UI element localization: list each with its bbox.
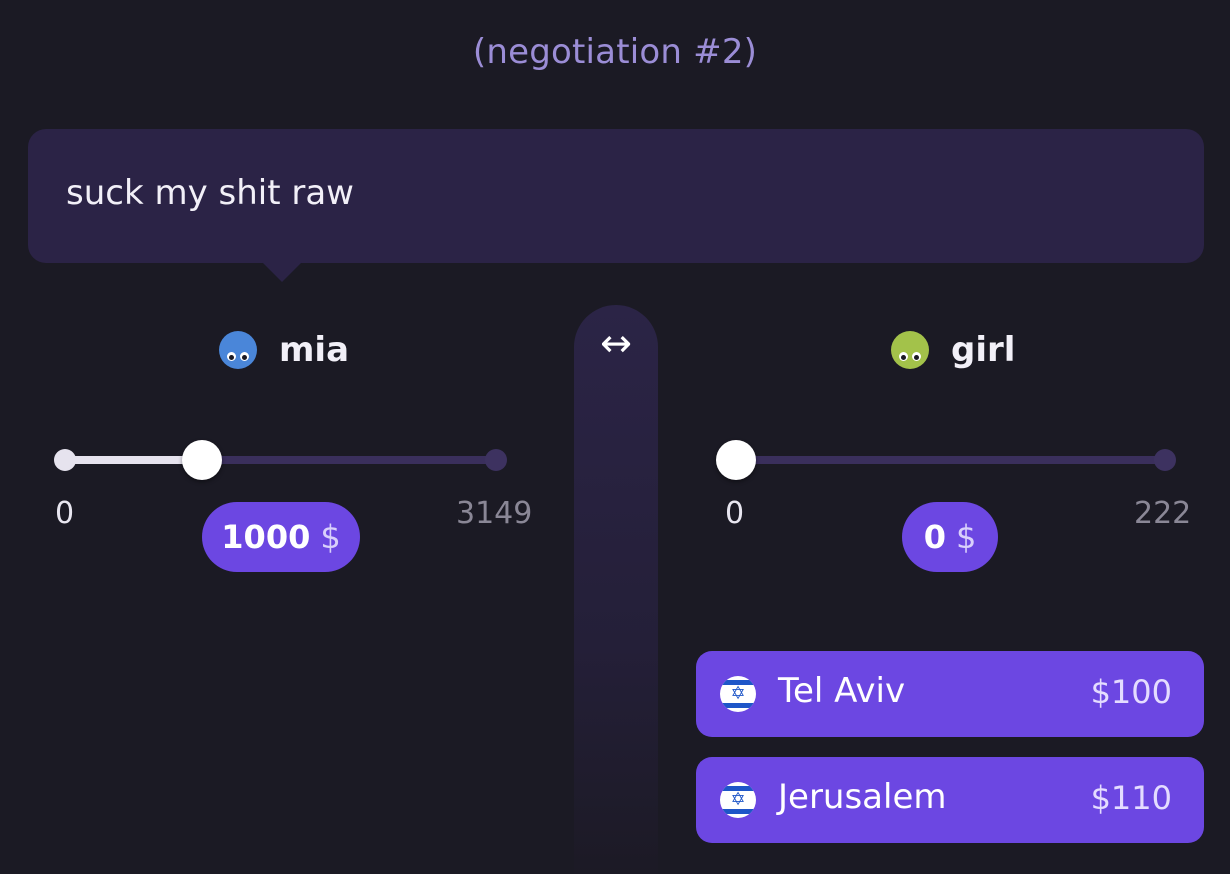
mia-slider-max-dot	[485, 449, 507, 471]
message-bubble: suck my shit raw	[28, 129, 1204, 263]
girl-price-slider[interactable]	[716, 440, 1176, 480]
offer-price: $110	[1090, 779, 1172, 817]
page-title: (negotiation #2)	[472, 32, 758, 72]
mia-price-amount: 1000	[221, 518, 311, 556]
girl-slider-max-dot	[1154, 449, 1176, 471]
negotiation-panel: (negotiation #2) suck my shit raw ↔ mia …	[0, 0, 1230, 874]
mia-range-max: 3149	[456, 496, 533, 531]
girl-avatar-icon	[891, 331, 929, 369]
offer-city: Tel Aviv	[778, 671, 906, 711]
party-girl: girl	[891, 328, 1015, 372]
swap-arrows-icon[interactable]: ↔	[574, 323, 658, 363]
girl-range-max: 222	[1134, 496, 1192, 531]
offer-price: $100	[1090, 673, 1172, 711]
girl-range-min: 0	[725, 496, 745, 531]
party-mia: mia	[219, 328, 349, 372]
message-text: suck my shit raw	[66, 173, 354, 213]
offer-tel-aviv[interactable]: ✡ Tel Aviv $100	[696, 651, 1204, 737]
mia-price-slider[interactable]	[54, 440, 507, 480]
message-bubble-tail	[262, 262, 302, 282]
israel-flag-icon: ✡	[720, 676, 756, 712]
mia-avatar-icon	[219, 331, 257, 369]
swap-column: ↔	[574, 305, 658, 874]
mia-slider-handle[interactable]	[182, 440, 222, 480]
mia-range-min: 0	[55, 496, 75, 531]
israel-flag-icon: ✡	[720, 782, 756, 818]
girl-price-currency: $	[955, 518, 977, 556]
offer-city: Jerusalem	[778, 777, 947, 817]
girl-price-amount: 0	[923, 518, 946, 556]
party-name-girl: girl	[951, 330, 1016, 370]
offer-jerusalem[interactable]: ✡ Jerusalem $110	[696, 757, 1204, 843]
girl-slider-handle[interactable]	[716, 440, 756, 480]
mia-price-pill[interactable]: 1000 $	[202, 502, 360, 572]
party-name-mia: mia	[279, 330, 350, 370]
mia-slider-min-dot	[54, 449, 76, 471]
mia-price-currency: $	[320, 518, 341, 556]
girl-price-pill[interactable]: 0 $	[902, 502, 998, 572]
